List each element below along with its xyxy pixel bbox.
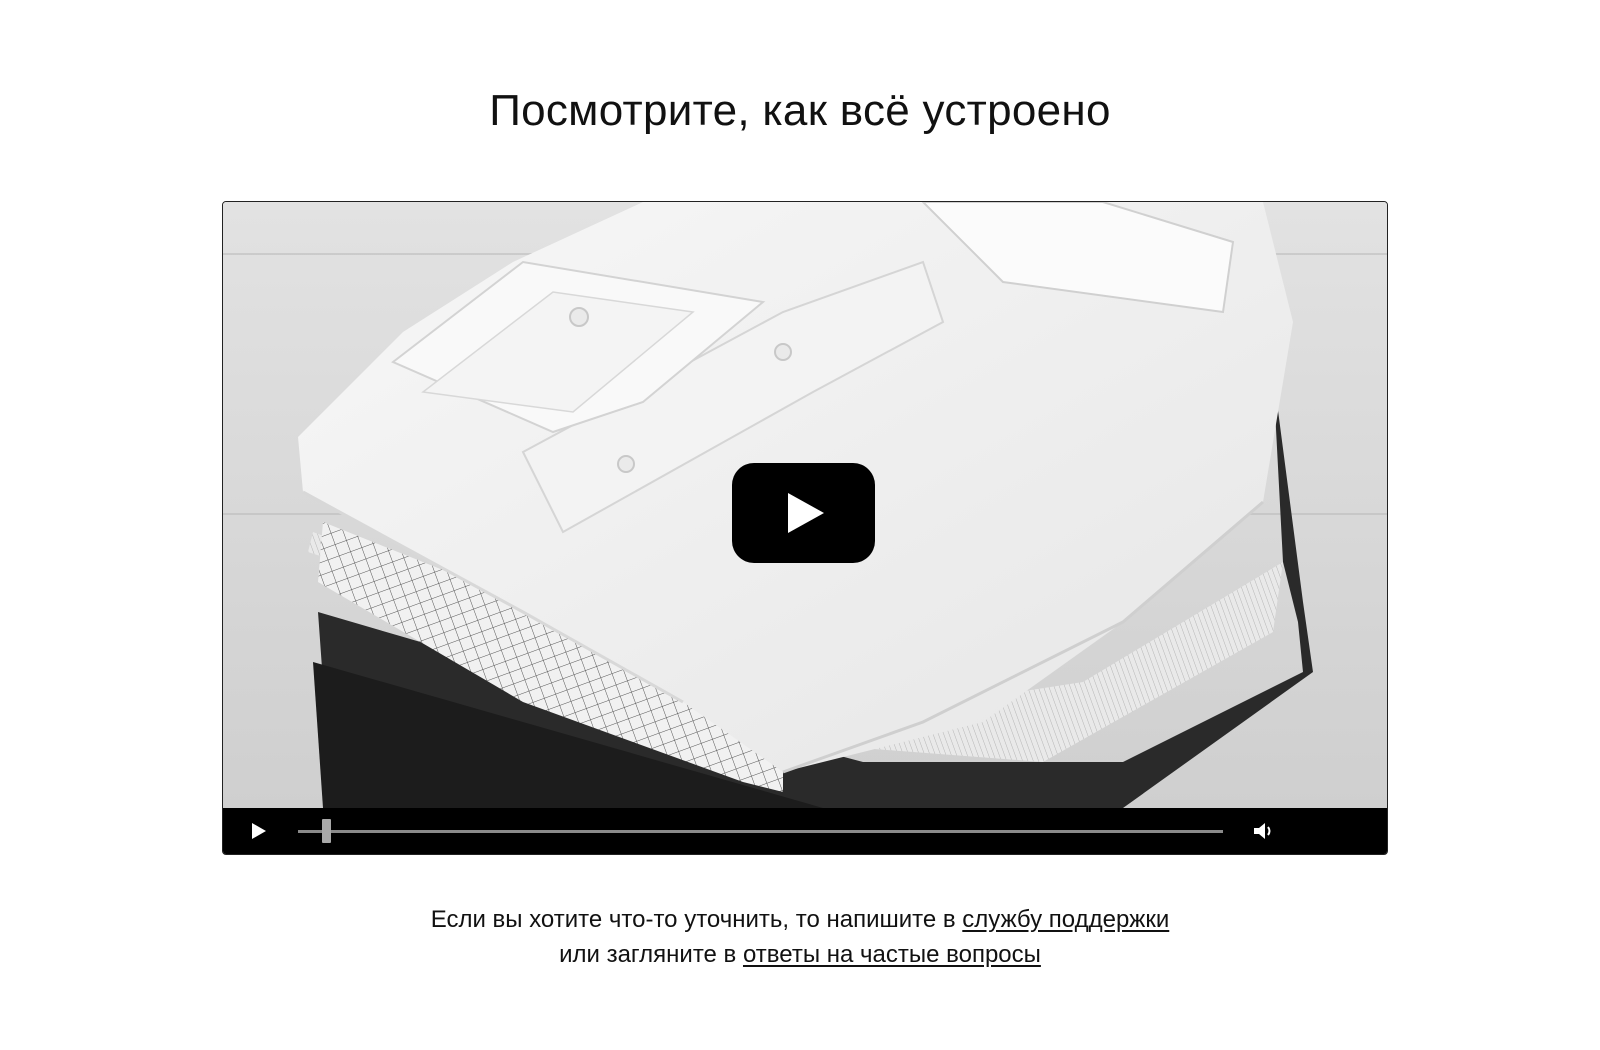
- play-icon: [252, 823, 266, 839]
- volume-button[interactable]: [1251, 819, 1277, 843]
- page-title: Посмотрите, как всё устроено: [489, 86, 1111, 135]
- progress-bar[interactable]: [298, 819, 1223, 843]
- progress-track: [298, 830, 1223, 833]
- play-icon: [787, 493, 824, 533]
- support-text-line2: или загляните в: [559, 941, 743, 968]
- video-player[interactable]: [222, 201, 1388, 855]
- volume-icon: [1254, 823, 1271, 839]
- faq-link[interactable]: ответы на частые вопросы: [743, 941, 1041, 968]
- control-play-button[interactable]: [245, 819, 271, 843]
- page: Посмотрите, как всё устроено Если вы хот…: [0, 0, 1600, 1050]
- video-controls: [223, 808, 1387, 854]
- play-overlay-button[interactable]: [732, 463, 875, 563]
- support-text-line1: Если вы хотите что-то уточнить, то напиш…: [430, 906, 963, 933]
- support-text: Если вы хотите что-то уточнить, то напиш…: [0, 902, 1600, 972]
- support-link[interactable]: службу поддержки: [962, 906, 1169, 933]
- progress-thumb[interactable]: [321, 819, 331, 843]
